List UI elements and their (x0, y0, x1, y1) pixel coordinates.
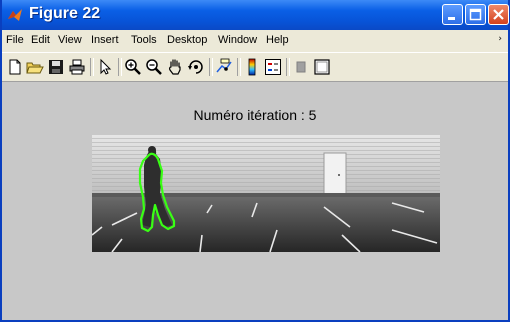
print-figure-icon (69, 59, 85, 75)
toolbar-separator (286, 58, 290, 76)
toolbar-separator (209, 58, 213, 76)
close-button[interactable] (488, 4, 509, 25)
show-plot-tools-button[interactable] (313, 58, 331, 76)
menu-desktop[interactable]: Desktop (167, 34, 207, 46)
data-cursor-button[interactable] (215, 58, 233, 76)
maximize-button[interactable] (465, 4, 486, 25)
menu-view[interactable]: View (58, 34, 82, 46)
insert-legend-icon (265, 59, 281, 75)
hide-plot-tools-icon (296, 61, 306, 73)
zoom-out-button[interactable] (145, 58, 163, 76)
pan-button[interactable] (166, 58, 184, 76)
insert-colorbar-icon (248, 58, 256, 76)
print-figure-button[interactable] (68, 58, 86, 76)
rotate-3d-button[interactable] (187, 58, 205, 76)
toolbar-separator (118, 58, 122, 76)
frame-image-axes[interactable] (92, 135, 440, 252)
insert-colorbar-button[interactable] (243, 58, 261, 76)
maximize-icon (469, 8, 482, 21)
new-figure-icon (9, 59, 21, 75)
new-figure-button[interactable] (6, 58, 24, 76)
menu-tools[interactable]: Tools (131, 34, 157, 46)
toolbar-separator (90, 58, 94, 76)
pan-icon (168, 59, 181, 75)
menu-bar: File Edit View Insert Tools Desktop Wind… (2, 30, 508, 53)
matlab-icon (8, 9, 22, 21)
hide-plot-tools-button[interactable] (292, 58, 310, 76)
open-file-button[interactable] (26, 58, 44, 76)
menu-insert[interactable]: Insert (91, 34, 119, 46)
menu-file[interactable]: File (6, 34, 24, 46)
edit-plot-button[interactable] (96, 58, 114, 76)
figure-toolbar (2, 53, 508, 82)
close-icon (493, 9, 504, 20)
show-plot-tools-icon (314, 59, 330, 75)
minimize-button[interactable] (442, 4, 463, 25)
data-cursor-icon (216, 58, 232, 73)
menu-overflow-icon[interactable]: › (498, 34, 502, 44)
menu-help[interactable]: Help (266, 34, 289, 46)
title-bar[interactable]: Figure 22 (2, 0, 509, 30)
save-figure-icon (49, 60, 63, 74)
edit-plot-icon (100, 58, 112, 75)
menu-edit[interactable]: Edit (31, 34, 50, 46)
minimize-icon (448, 17, 455, 20)
iteration-title: Numéro itération : 5 (193, 107, 317, 123)
figure-canvas[interactable]: Numéro itération : 5 (2, 82, 508, 320)
zoom-in-icon (125, 59, 141, 75)
figure-window: Figure 22 File Edit View Insert Tools De… (0, 0, 510, 322)
toolbar-separator (237, 58, 241, 76)
building-door (323, 152, 347, 196)
open-file-icon (26, 62, 44, 74)
zoom-out-icon (146, 59, 162, 75)
zoom-in-button[interactable] (124, 58, 142, 76)
insert-legend-button[interactable] (264, 58, 282, 76)
window-title: Figure 22 (29, 5, 101, 22)
save-figure-button[interactable] (47, 58, 65, 76)
rotate-3d-icon (188, 60, 203, 74)
menu-window[interactable]: Window (218, 34, 257, 46)
